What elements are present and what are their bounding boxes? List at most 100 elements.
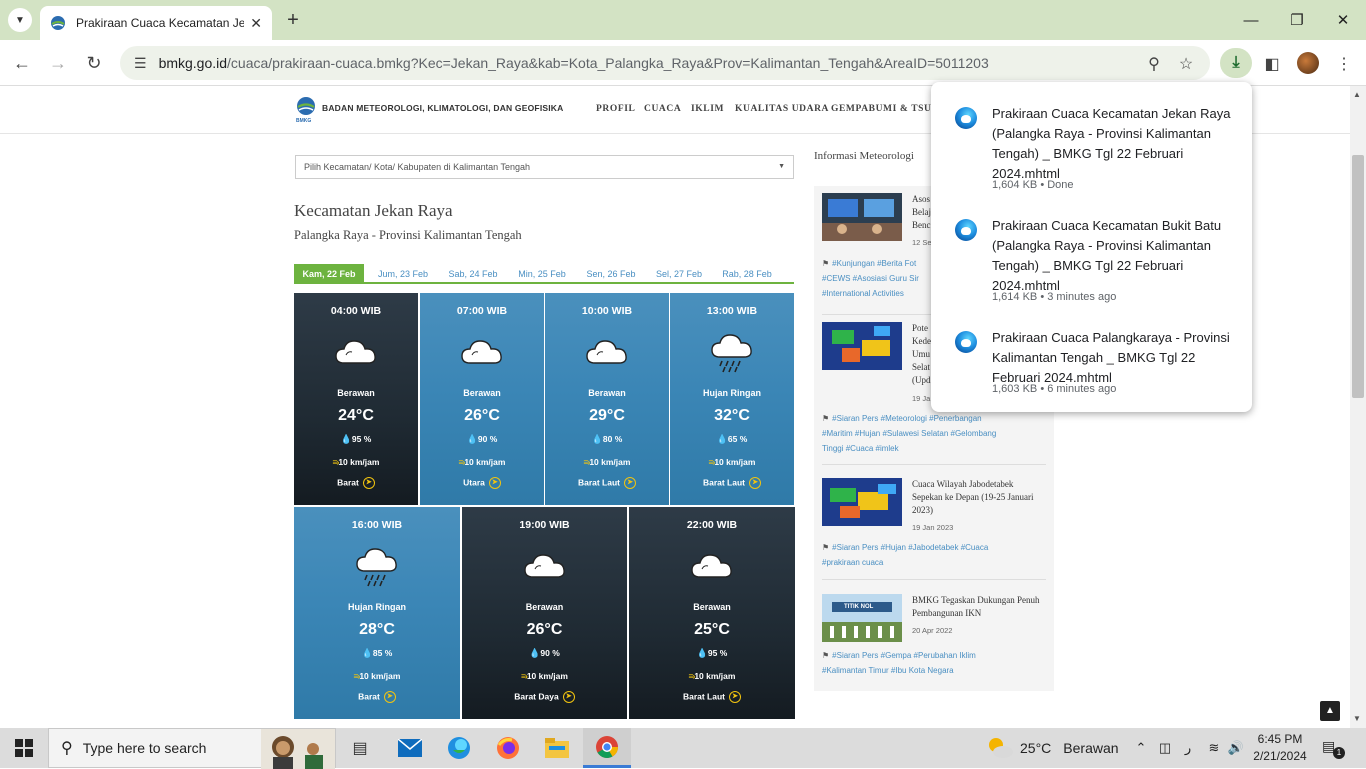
site-info-icon[interactable]: ☰: [134, 55, 147, 72]
browser-tab[interactable]: Prakiraan Cuaca Kecamatan Jek ✕: [40, 6, 272, 40]
tab-day-6[interactable]: Rab, 28 Feb: [712, 264, 782, 284]
news-tag-text[interactable]: #Kunjungan #Berita Fot #CEWS #Asosiasi G…: [822, 259, 919, 298]
restore-button[interactable]: ❐: [1274, 0, 1320, 40]
tab-day-0[interactable]: Kam, 22 Feb: [294, 264, 364, 284]
url-host: bmkg.go.id: [158, 55, 228, 71]
tag-icon: ⚑: [822, 259, 830, 268]
mail-icon: [398, 739, 422, 757]
start-button[interactable]: [0, 728, 48, 768]
scrollbar-thumb[interactable]: [1352, 155, 1364, 398]
news-date: 20 Apr 2022: [912, 626, 953, 635]
humidity-value: 95 %: [707, 648, 728, 658]
news-tags[interactable]: ⚑ #Siaran Pers #Meteorologi #Penerbangan …: [822, 411, 1046, 456]
news-tag-text[interactable]: #Siaran Pers #Hujan #Jabodetabek #Cuaca …: [822, 543, 988, 567]
scroll-down-icon[interactable]: ▼: [1353, 714, 1361, 723]
forecast-card: 04:00 WIB Berawan 24°C 💧95 % ≡›10 km/jam Bara…: [294, 293, 418, 505]
tab-day-3[interactable]: Min, 25 Feb: [507, 264, 577, 284]
tray-overflow-button[interactable]: ⌃: [1130, 728, 1152, 768]
forecast-wind-direction: Utara ➤: [420, 477, 544, 489]
news-tags[interactable]: ⚑ #Siaran Pers #Gempa #Perubahan Iklim #K…: [822, 648, 1046, 678]
profile-avatar[interactable]: [1297, 52, 1319, 74]
forward-button[interactable]: →: [47, 52, 69, 74]
humidity-value: 80 %: [602, 434, 623, 444]
forecast-temperature: 32°C: [714, 407, 750, 424]
download-filename[interactable]: Prakiraan Cuaca Kecamatan Bukit Batu (Pa…: [992, 216, 1237, 296]
humidity-value: 90 %: [540, 648, 560, 658]
minimize-icon: —: [1243, 11, 1259, 29]
chrome-app-button[interactable]: [583, 728, 631, 768]
menu-kualitas-udara[interactable]: KUALITAS UDARA: [735, 104, 829, 114]
menu-iklim[interactable]: IKLIM: [691, 104, 724, 114]
download-filename[interactable]: Prakiraan Cuaca Kecamatan Jekan Raya (Pa…: [992, 104, 1237, 184]
taskbar-weather[interactable]: 25°C Berawan: [986, 728, 1119, 768]
back-to-top-button[interactable]: ▲: [1320, 701, 1340, 721]
menu-profil[interactable]: PROFIL: [596, 104, 636, 114]
taskbar-search[interactable]: ⚲ Type here to search: [48, 728, 336, 769]
reload-button[interactable]: ↻: [83, 52, 105, 74]
forecast-temperature: 28°C: [359, 621, 395, 638]
bookmark-star-icon[interactable]: ☆: [1174, 52, 1198, 76]
sidebar-title: Informasi Meteorologi: [814, 150, 914, 162]
tab-day-2[interactable]: Sab, 24 Feb: [438, 264, 508, 284]
news-tag-text[interactable]: #Siaran Pers #Meteorologi #Penerbangan #…: [822, 414, 996, 453]
menu-kebab-icon[interactable]: ⋮: [1332, 52, 1356, 76]
close-window-button[interactable]: ✕: [1320, 0, 1366, 40]
task-view-button[interactable]: ▤: [336, 728, 384, 768]
forecast-condition: Berawan: [525, 602, 564, 612]
reload-icon: ↻: [86, 53, 102, 73]
scroll-up-icon[interactable]: ▲: [1353, 90, 1361, 99]
humidity-drop-icon: 💧: [361, 648, 373, 658]
news-tag-text[interactable]: #Siaran Pers #Gempa #Perubahan Iklim #Ka…: [822, 651, 976, 675]
tray-ime-icon[interactable]: ر: [1178, 728, 1198, 768]
compass-icon: ➤: [383, 691, 396, 703]
tab-search-button[interactable]: ▼: [8, 8, 32, 32]
zoom-icon[interactable]: ⚲: [1142, 52, 1166, 76]
forecast-card: 22:00 WIB Berawan 25°C 💧95 % ≡›10 km/jam Bara…: [629, 507, 795, 719]
forecast-time: 22:00 WIB: [686, 519, 738, 531]
file-explorer-button[interactable]: [533, 728, 581, 768]
minimize-button[interactable]: —: [1228, 0, 1274, 40]
forecast-wind: ≡›10 km/jam: [670, 457, 794, 467]
clock-time: 6:45 PM: [1257, 732, 1303, 746]
tab-day-4[interactable]: Sen, 26 Feb: [576, 264, 646, 284]
news-title[interactable]: BMKG Tegaskan Dukungan Penuh Pembangunan…: [912, 594, 1046, 620]
address-bar[interactable]: ☰ bmkg.go.id/cuaca/prakiraan-cuaca.bmkg?…: [120, 46, 1210, 80]
download-filename[interactable]: Prakiraan Cuaca Palangkaraya - Provinsi …: [992, 328, 1237, 388]
tab-day-5[interactable]: Sel, 27 Feb: [644, 264, 714, 284]
network-icon[interactable]: ≋: [1204, 728, 1224, 768]
wind-value: 10 km/jam: [694, 671, 736, 681]
taskbar-clock[interactable]: 6:45 PM 2/21/2024: [1248, 731, 1312, 765]
downloads-panel: Prakiraan Cuaca Kecamatan Jekan Raya (Pa…: [931, 82, 1252, 412]
humidity-drop-icon: 💧: [591, 434, 603, 444]
tray-meet-icon[interactable]: ◫: [1155, 728, 1175, 768]
downloads-button[interactable]: ⤓: [1220, 48, 1252, 78]
forecast-wind: ≡›10 km/jam: [420, 457, 544, 467]
wind-direction-text: Barat Laut: [702, 477, 746, 488]
tab-day-1[interactable]: Jum, 23 Feb: [368, 264, 438, 284]
news-tags[interactable]: ⚑ #Siaran Pers #Hujan #Jabodetabek #Cuaca…: [822, 540, 1046, 570]
news-thumbnail: [822, 478, 902, 526]
url-path: /cuaca/prakiraan-cuaca.bmkg?Kec=Jekan_Ra…: [227, 55, 989, 71]
back-button[interactable]: ←: [11, 52, 33, 74]
notification-center-button[interactable]: ▤ 1: [1322, 738, 1346, 760]
forecast-condition: Hujan Ringan: [703, 388, 761, 398]
volume-icon[interactable]: 🔊: [1226, 728, 1246, 768]
menu-cuaca[interactable]: CUACA: [644, 104, 681, 114]
edge-app-button[interactable]: [435, 728, 483, 768]
humidity-value: 95 %: [351, 434, 372, 444]
wind-value: 10 km/jam: [464, 457, 506, 467]
chevron-down-icon: ▼: [15, 14, 25, 26]
side-panel-icon[interactable]: ◧: [1260, 52, 1284, 76]
location-select[interactable]: Pilih Kecamatan/ Kota/ Kabupaten di Kali…: [295, 155, 794, 179]
forecast-temperature: 24°C: [338, 407, 374, 424]
forecast-wind: ≡›10 km/jam: [629, 671, 795, 681]
tag-icon: ⚑: [822, 414, 830, 423]
menu-gempabumi[interactable]: GEMPABUMI & TSUNA: [831, 104, 946, 114]
new-tab-button[interactable]: +: [282, 9, 304, 31]
news-title[interactable]: Cuaca Wilayah Jabodetabek Sepekan ke Dep…: [912, 478, 1046, 517]
news-date: 19 Jan 2023: [912, 523, 954, 532]
news-date: 19 Ja: [912, 394, 931, 403]
mail-app-button[interactable]: [386, 728, 434, 768]
firefox-app-button[interactable]: [484, 728, 532, 768]
close-tab-icon[interactable]: ✕: [250, 15, 262, 32]
